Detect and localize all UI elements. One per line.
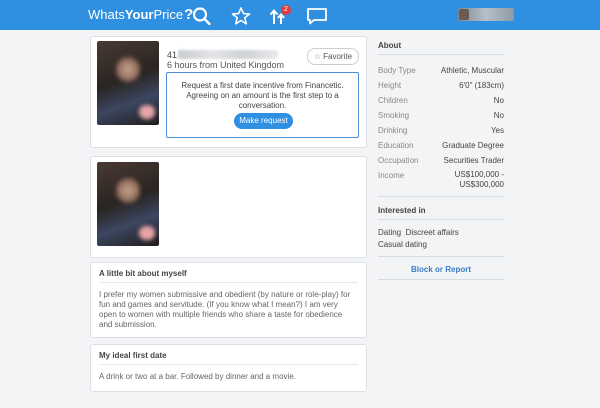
section-divider xyxy=(99,282,358,283)
logo-text-suffix: Price xyxy=(153,7,184,22)
interested-in-title: Interested in xyxy=(378,206,426,215)
make-request-button[interactable]: Make request xyxy=(234,113,293,129)
about-divider xyxy=(378,54,504,55)
ideal-first-date-title: My ideal first date xyxy=(99,351,167,360)
attr-label-income: Income xyxy=(378,171,405,180)
ideal-first-date-text: A drink or two at a bar. Followed by din… xyxy=(99,372,296,381)
interest-dating-value: Discreet affairs xyxy=(405,228,459,237)
about-title: About xyxy=(378,41,402,50)
attr-value-drinking: Yes xyxy=(490,126,504,135)
chat-icon[interactable] xyxy=(306,7,328,25)
interest-dating: Dating Discreet affairs xyxy=(378,228,459,237)
ideal-first-date-section: My ideal first date A drink or two at a … xyxy=(90,344,367,392)
sidebar-divider xyxy=(378,196,504,197)
attr-label-children: Children xyxy=(378,96,408,105)
user-account-menu[interactable] xyxy=(458,8,514,21)
star-outline-icon: ☆ xyxy=(313,52,322,61)
attr-label-occupation: Occupation xyxy=(378,156,419,165)
interested-divider xyxy=(378,219,504,220)
attr-value-smoking: No xyxy=(493,111,504,120)
block-divider-top xyxy=(378,256,504,257)
attr-value-body-type: Athletic, Muscular xyxy=(440,66,504,75)
interest-dating-label: Dating xyxy=(378,228,402,237)
attr-label-education: Education xyxy=(378,141,414,150)
about-myself-text: I prefer my women submissive and obedien… xyxy=(99,290,351,329)
site-logo[interactable]: WhatsYourPrice? xyxy=(88,6,193,24)
attr-value-income-upper: US$300,000 xyxy=(459,180,504,189)
section-divider xyxy=(99,364,358,365)
attr-label-body-type: Body Type xyxy=(378,66,416,75)
gallery-photo[interactable] xyxy=(97,162,159,246)
attr-value-income: US$100,000 - xyxy=(454,170,504,179)
star-icon[interactable] xyxy=(231,7,251,25)
notification-badge: 2 xyxy=(281,5,291,15)
logo-text-prefix: Whats xyxy=(88,7,125,22)
request-description: Request a first date incentive from Fina… xyxy=(181,81,344,110)
attr-value-children: No xyxy=(493,96,504,105)
about-myself-title: A little bit about myself xyxy=(99,269,187,278)
attr-value-height: 6'0" (183cm) xyxy=(459,81,504,90)
attr-label-smoking: Smoking xyxy=(378,111,410,120)
profile-username-blurred xyxy=(178,50,278,59)
first-date-request-box: Request a first date incentive from Fina… xyxy=(166,72,359,138)
attr-value-education: Graduate Degree xyxy=(442,141,504,150)
favorite-label: Favorite xyxy=(323,52,353,61)
profile-last-seen: 6 hours from United Kingdom xyxy=(167,60,285,70)
block-or-report-link[interactable]: Block or Report xyxy=(378,264,504,276)
interest-casual-dating: Casual dating xyxy=(378,240,427,249)
top-navigation-bar: WhatsYourPrice? 2 xyxy=(0,0,600,30)
attr-label-height: Height xyxy=(378,81,402,90)
search-icon[interactable] xyxy=(192,7,212,25)
about-myself-section: A little bit about myself I prefer my wo… xyxy=(90,262,367,338)
attr-value-occupation: Securities Trader xyxy=(443,156,504,165)
logo-text-bold: Your xyxy=(124,7,154,22)
profile-age: 41 xyxy=(167,50,178,60)
favorite-button[interactable]: ☆ Favorite xyxy=(307,48,359,65)
profile-photo[interactable] xyxy=(97,41,159,125)
block-divider-bottom xyxy=(378,279,504,280)
attr-label-drinking: Drinking xyxy=(378,126,408,135)
